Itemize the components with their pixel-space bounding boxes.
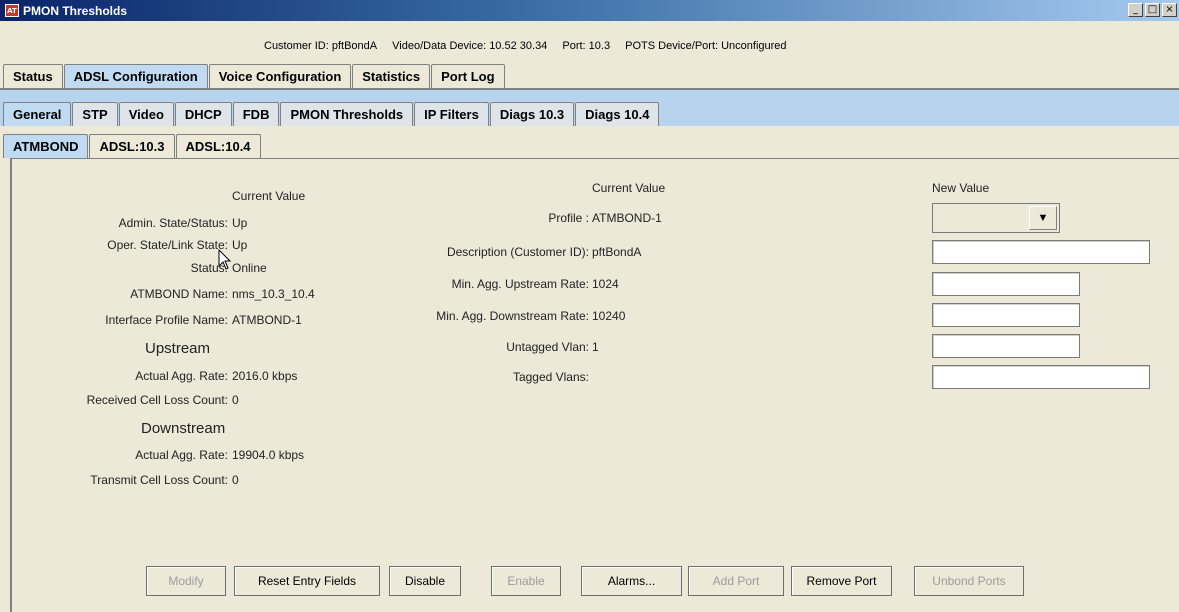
chevron-down-icon[interactable]: ▼	[1029, 206, 1057, 230]
oper-state-label: Oper. State/Link State:	[107, 238, 228, 252]
window-title: PMON Thresholds	[23, 3, 128, 18]
interface-profile-value: ATMBOND-1	[232, 313, 302, 327]
tab-voice-configuration[interactable]: Voice Configuration	[208, 64, 352, 88]
tab-adsl-10-3[interactable]: ADSL:10.3	[89, 134, 175, 158]
reset-entry-fields-button[interactable]: Reset Entry Fields	[234, 566, 380, 596]
tagged-vlans-input[interactable]	[932, 365, 1150, 389]
admin-state-label: Admin. State/Status:	[118, 216, 228, 230]
min-downstream-rate-input[interactable]	[932, 303, 1080, 327]
atmbond-name-label: ATMBOND Name:	[130, 287, 228, 301]
tab-ip-filters[interactable]: IP Filters	[414, 102, 489, 126]
left-current-value-header: Current Value	[232, 189, 306, 203]
disable-button[interactable]: Disable	[389, 566, 461, 596]
min-upstream-value: 1024	[592, 277, 619, 291]
untagged-vlan-input[interactable]	[932, 334, 1080, 358]
title-bar: AT PMON Thresholds _ □ ×	[0, 0, 1179, 21]
maximize-button[interactable]: □	[1145, 3, 1160, 17]
device-text: Video/Data Device: 10.52 30.34	[392, 40, 548, 52]
main-tabs: Status ADSL Configuration Voice Configur…	[3, 64, 506, 88]
close-button[interactable]: ×	[1162, 3, 1177, 17]
downstream-rate-value: 19904.0 kbps	[232, 448, 305, 462]
tagged-vlans-label: Tagged Vlans:	[512, 370, 589, 384]
add-port-button[interactable]: Add Port	[688, 566, 784, 596]
tab-port-log[interactable]: Port Log	[431, 64, 505, 88]
pots-text: POTS Device/Port: Unconfigured	[625, 40, 787, 52]
middle-current-value-header: Current Value	[592, 181, 666, 195]
tab-adsl-configuration[interactable]: ADSL Configuration	[63, 64, 208, 88]
device-info-line: Customer ID: pftBondA Video/Data Device:…	[0, 40, 1179, 52]
mouse-pointer-icon	[218, 249, 232, 270]
min-upstream-label: Min. Agg. Upstream Rate:	[451, 277, 589, 291]
tab-dhcp[interactable]: DHCP	[174, 102, 232, 126]
tab-pmon-thresholds[interactable]: PMON Thresholds	[280, 102, 414, 126]
tab-diags-10-4[interactable]: Diags 10.4	[575, 102, 660, 126]
port-text: Port: 10.3	[562, 40, 611, 52]
status-value: Online	[232, 261, 267, 275]
received-cell-loss-label: Received Cell Loss Count:	[86, 393, 228, 407]
upstream-rate-label: Actual Agg. Rate:	[135, 369, 228, 383]
transmit-cell-loss-value: 0	[232, 473, 239, 487]
tab-diags-10-3[interactable]: Diags 10.3	[489, 102, 575, 126]
window-controls: _ □ ×	[1128, 3, 1177, 17]
admin-state-value: Up	[232, 216, 248, 230]
tab-general[interactable]: General	[3, 102, 72, 126]
tab-atmbond[interactable]: ATMBOND	[3, 134, 89, 158]
downstream-rate-label: Actual Agg. Rate:	[135, 448, 228, 462]
upstream-title: Upstream	[145, 340, 211, 357]
tab-fdb[interactable]: FDB	[232, 102, 280, 126]
min-upstream-rate-input[interactable]	[932, 272, 1080, 296]
tab-video[interactable]: Video	[118, 102, 174, 126]
minimize-button[interactable]: _	[1128, 3, 1143, 17]
description-value: pftBondA	[592, 245, 642, 259]
sub-tabs: General STP Video DHCP FDB PMON Threshol…	[3, 102, 660, 126]
tab-adsl-10-4[interactable]: ADSL:10.4	[175, 134, 261, 158]
port-tabs: ATMBOND ADSL:10.3 ADSL:10.4	[3, 134, 262, 158]
tab-statistics[interactable]: Statistics	[352, 64, 431, 88]
customer-id-text: Customer ID: pftBondA	[264, 40, 378, 52]
received-cell-loss-value: 0	[232, 393, 239, 407]
min-downstream-value: 10240	[592, 309, 626, 323]
untagged-vlan-value: 1	[592, 340, 599, 354]
profile-label: Profile :	[548, 211, 589, 225]
app-logo-icon: AT	[5, 4, 19, 17]
transmit-cell-loss-label: Transmit Cell Loss Count:	[90, 473, 228, 487]
modify-button[interactable]: Modify	[146, 566, 226, 596]
oper-state-value: Up	[232, 238, 248, 252]
tab-status[interactable]: Status	[3, 64, 63, 88]
profile-select[interactable]: ▼	[932, 203, 1060, 233]
description-label: Description (Customer ID):	[446, 245, 589, 259]
tab-stp[interactable]: STP	[72, 102, 118, 126]
atmbond-name-value: nms_10.3_10.4	[232, 287, 315, 301]
remove-port-button[interactable]: Remove Port	[791, 566, 892, 596]
min-downstream-label: Min. Agg. Downstream Rate:	[436, 309, 589, 323]
alarms-button[interactable]: Alarms...	[581, 566, 682, 596]
untagged-vlan-label: Untagged Vlan:	[506, 340, 589, 354]
description-input[interactable]	[932, 240, 1150, 264]
enable-button[interactable]: Enable	[491, 566, 561, 596]
upstream-rate-value: 2016.0 kbps	[232, 369, 298, 383]
new-value-header: New Value	[932, 181, 990, 195]
interface-profile-label: Interface Profile Name:	[105, 313, 228, 327]
downstream-title: Downstream	[141, 420, 226, 437]
unbond-ports-button[interactable]: Unbond Ports	[914, 566, 1024, 596]
profile-value: ATMBOND-1	[592, 211, 662, 225]
